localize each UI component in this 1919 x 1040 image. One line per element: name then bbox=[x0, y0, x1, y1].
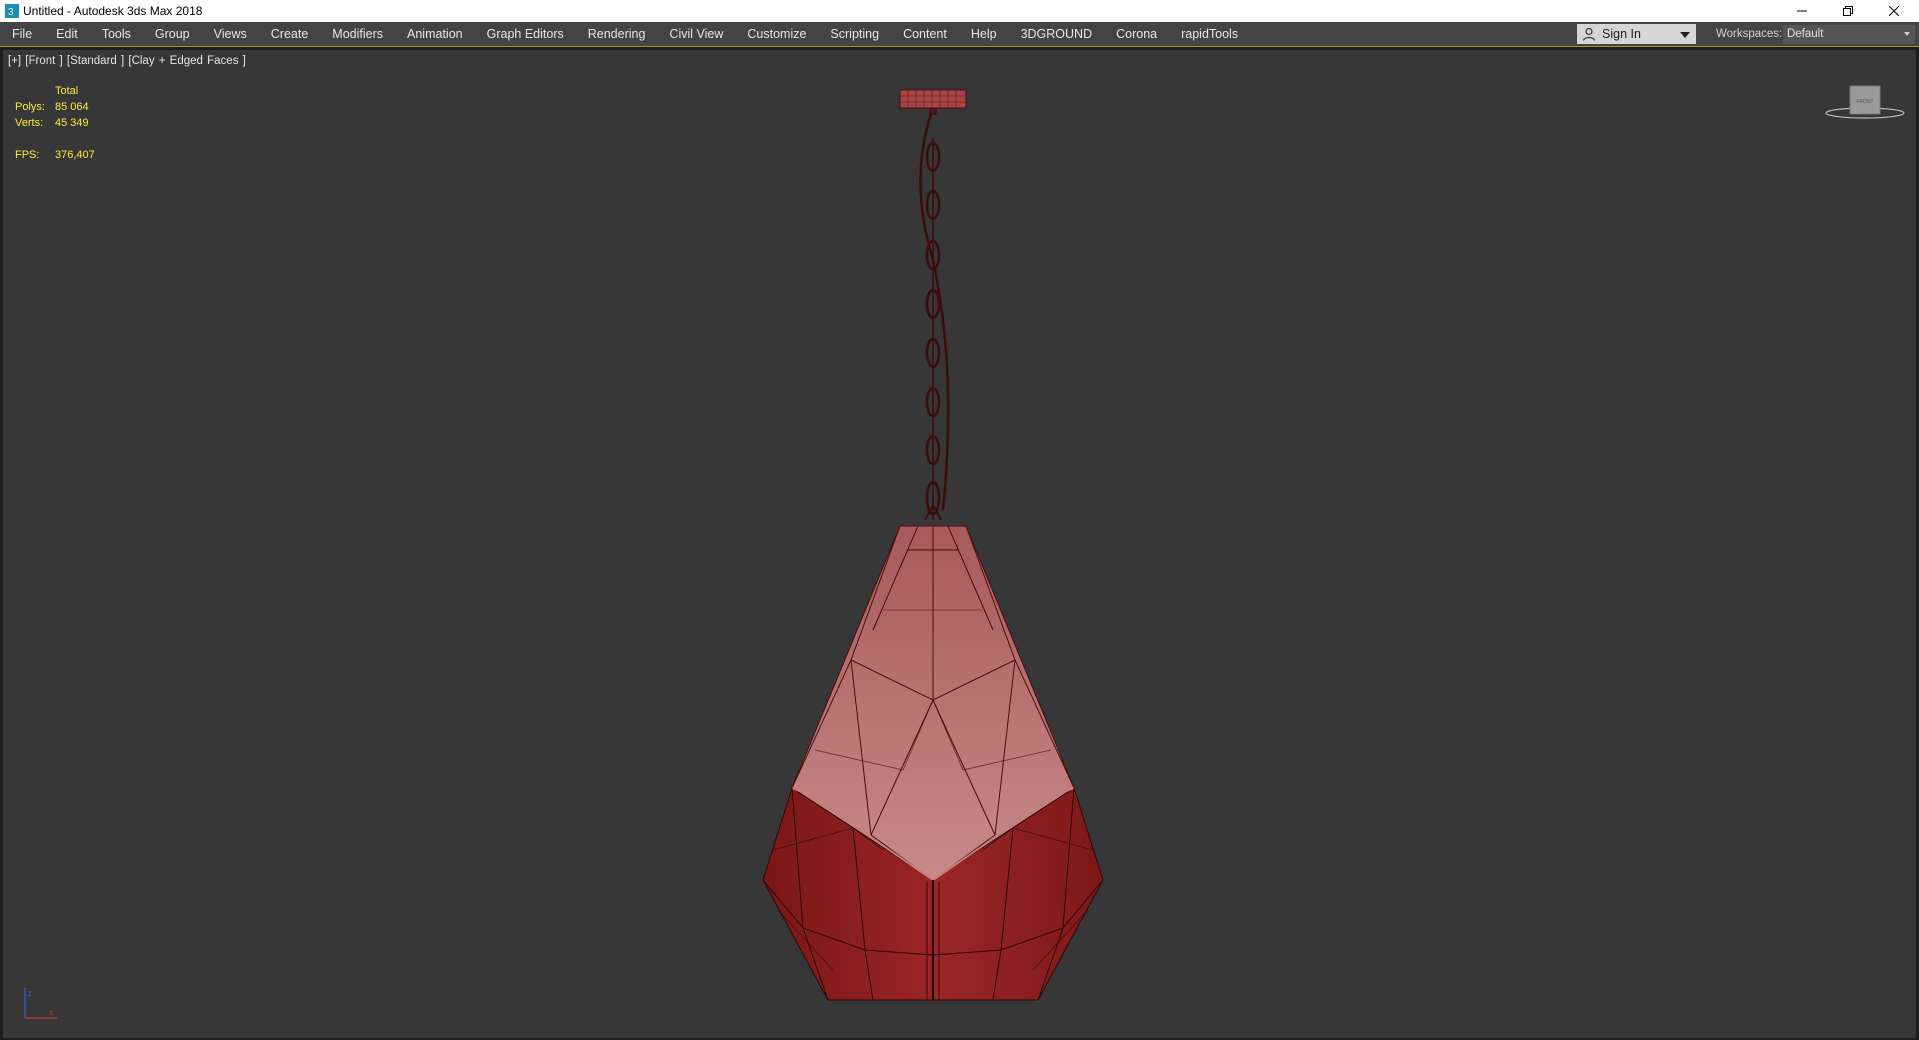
workspaces-label: Workspaces: bbox=[1716, 28, 1783, 40]
menu-help[interactable]: Help bbox=[959, 22, 1009, 46]
chain bbox=[919, 113, 950, 521]
window-title: Untitled - Autodesk 3ds Max 2018 bbox=[23, 4, 203, 18]
menu-modifiers[interactable]: Modifiers bbox=[320, 22, 395, 46]
restore-icon bbox=[1843, 6, 1853, 16]
menu-create[interactable]: Create bbox=[259, 22, 321, 46]
svg-text:z: z bbox=[28, 989, 32, 998]
svg-text:3: 3 bbox=[8, 7, 14, 18]
menu-rapidtools[interactable]: rapidTools bbox=[1169, 22, 1250, 46]
user-icon bbox=[1582, 27, 1596, 41]
svg-text:x: x bbox=[49, 1008, 53, 1017]
3ds-max-icon: 3 bbox=[5, 4, 19, 18]
ceiling-canopy bbox=[899, 89, 967, 115]
sign-in-button[interactable]: Sign In bbox=[1577, 24, 1696, 44]
pendant-lamp-model[interactable] bbox=[3, 50, 1916, 1038]
menu-content[interactable]: Content bbox=[891, 22, 959, 46]
sign-in-label: Sign In bbox=[1602, 27, 1641, 41]
restore-button[interactable] bbox=[1826, 0, 1870, 22]
menu-corona[interactable]: Corona bbox=[1104, 22, 1169, 46]
close-icon bbox=[1889, 6, 1899, 16]
axis-tripod-icon: z x bbox=[24, 988, 57, 1019]
menu-animation[interactable]: Animation bbox=[395, 22, 475, 46]
menu-file[interactable]: File bbox=[0, 22, 44, 46]
menu-scripting[interactable]: Scripting bbox=[818, 22, 891, 46]
menu-bar: File Edit Tools Group Views Create Modif… bbox=[0, 22, 1919, 47]
front-viewport[interactable]: [+] [Front ] [Standard ] [Clay + Edged F… bbox=[3, 50, 1916, 1038]
minimize-icon bbox=[1797, 10, 1807, 12]
menu-rendering[interactable]: Rendering bbox=[576, 22, 658, 46]
workspaces-value: Default bbox=[1787, 28, 1824, 40]
title-bar: 3 Untitled - Autodesk 3ds Max 2018 bbox=[0, 0, 1919, 22]
chevron-down-icon bbox=[1904, 32, 1910, 36]
workspaces-dropdown[interactable]: Default bbox=[1783, 25, 1915, 44]
menu-3dground[interactable]: 3DGROUND bbox=[1009, 22, 1105, 46]
menu-group[interactable]: Group bbox=[143, 22, 202, 46]
chevron-down-icon[interactable] bbox=[1680, 32, 1690, 38]
menu-tools[interactable]: Tools bbox=[90, 22, 143, 46]
close-button[interactable] bbox=[1872, 0, 1916, 22]
minimize-button[interactable] bbox=[1780, 0, 1824, 22]
menu-civil-view[interactable]: Civil View bbox=[657, 22, 735, 46]
menu-views[interactable]: Views bbox=[202, 22, 259, 46]
menu-graph-editors[interactable]: Graph Editors bbox=[475, 22, 576, 46]
viewcube-icon[interactable]: FRONT bbox=[1823, 84, 1907, 124]
menu-edit[interactable]: Edit bbox=[44, 22, 90, 46]
menu-customize[interactable]: Customize bbox=[735, 22, 818, 46]
menu-items: File Edit Tools Group Views Create Modif… bbox=[0, 22, 1250, 46]
viewcube-face-label[interactable]: FRONT bbox=[1856, 99, 1873, 105]
